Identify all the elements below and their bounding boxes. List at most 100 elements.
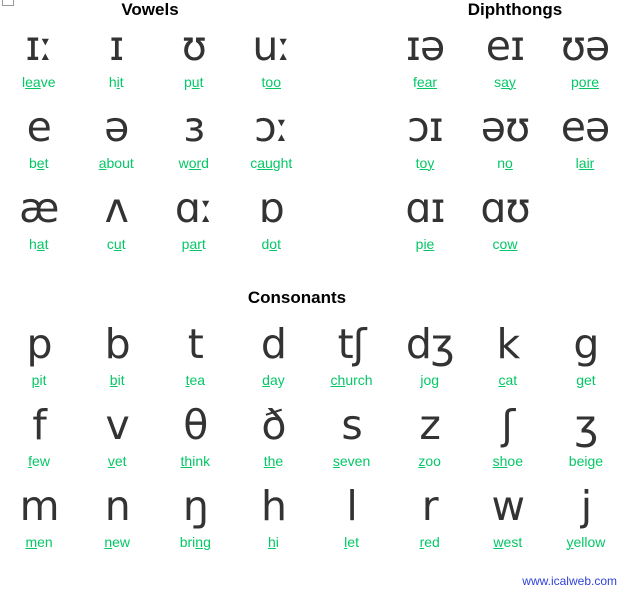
phoneme-symbol: ə [104,103,129,151]
phoneme-symbol: ʒ [574,401,599,449]
phoneme-cell[interactable]: v vet [78,403,156,484]
example-word: day [262,372,285,388]
phoneme-cell[interactable]: ɪə fear [385,24,465,105]
phoneme-cell[interactable]: r red [391,484,469,565]
phoneme-symbol: eɪ [485,22,525,70]
vowels-grid: ɪː leave ɪ hit ʊ put uː too e bet ə about ɜ word ɔː cau… [0,24,310,267]
phoneme-symbol: ɔɪ [407,103,444,151]
phoneme-symbol: p [26,320,53,368]
example-word: hi [267,534,279,550]
phoneme-cell[interactable]: f few [0,403,78,484]
phoneme-cell[interactable]: ʌ cut [78,186,156,267]
phoneme-symbol: d [260,320,287,368]
phoneme-cell[interactable]: ʃ shoe [469,403,547,484]
section-heading-consonants: Consonants [247,288,347,307]
phoneme-cell[interactable]: ɪː leave [0,24,78,105]
ipa-phonetic-chart: Vowels Diphthongs Consonants ɪː leave ɪ hit… [0,0,625,592]
phoneme-cell[interactable]: uː too [233,24,311,105]
phoneme-cell[interactable]: ɑɪ pie [385,186,465,267]
phoneme-symbol: ɒ [258,184,285,232]
phoneme-cell[interactable]: əʊ no [465,105,545,186]
phoneme-cell[interactable]: l let [313,484,391,565]
footer-website-url[interactable]: www.icalweb.com [522,574,617,588]
phoneme-cell[interactable]: dʒ jog [391,322,469,403]
phoneme-cell[interactable]: eɪ say [465,24,545,105]
example-word: west [493,534,523,550]
phoneme-cell[interactable]: tʃ church [313,322,391,403]
phoneme-cell[interactable]: ɑː part [155,186,233,267]
phoneme-symbol: ʊ [181,22,207,70]
example-word: zoo [418,453,441,469]
phoneme-cell[interactable]: ɔː caught [233,105,311,186]
phoneme-cell[interactable]: g get [547,322,625,403]
phoneme-cell[interactable]: ʒ beige [547,403,625,484]
phoneme-symbol: n [104,482,131,530]
phoneme-symbol: v [105,401,130,449]
phoneme-cell[interactable]: θ think [156,403,234,484]
example-word: pore [570,74,600,90]
phoneme-symbol: l [346,482,357,530]
phoneme-cell[interactable]: ə about [78,105,156,186]
phoneme-symbol: ʃ [501,401,515,449]
phoneme-symbol: f [32,401,46,449]
phoneme-symbol: e [26,103,52,151]
phoneme-symbol: w [491,482,526,530]
example-word: dot [261,236,281,252]
phoneme-symbol: m [19,482,60,530]
example-word: men [25,534,53,550]
example-word: no [497,155,513,171]
phoneme-cell[interactable]: b bit [78,322,156,403]
phoneme-cell[interactable]: p pit [0,322,78,403]
example-word: cut [106,236,126,252]
example-word: pie [415,236,435,252]
phoneme-cell[interactable]: e bet [0,105,78,186]
phoneme-symbol: əʊ [480,103,531,151]
example-word: new [104,534,131,550]
phoneme-symbol: ɑː [174,184,214,232]
consonants-grid: p pit b bit t tea d day tʃ church dʒ jog k cat g get f fe… [0,322,625,565]
phoneme-symbol: uː [252,22,291,70]
phoneme-cell[interactable]: j yellow [547,484,625,565]
example-word: leave [22,74,56,90]
phoneme-symbol: ŋ [182,482,209,530]
phoneme-cell[interactable]: ɒ dot [233,186,311,267]
phoneme-cell[interactable]: k cat [469,322,547,403]
phoneme-cell[interactable]: s seven [313,403,391,484]
phoneme-cell[interactable]: h hi [234,484,312,565]
example-word: word [178,155,209,171]
phoneme-cell[interactable]: z zoo [391,403,469,484]
example-word: put [184,74,204,90]
example-word: hit [108,74,124,90]
phoneme-cell[interactable]: ʊə pore [545,24,625,105]
phoneme-symbol: θ [183,401,208,449]
phoneme-symbol: t [187,320,204,368]
phoneme-cell[interactable]: m men [0,484,78,565]
example-word: shoe [492,453,523,469]
example-word: part [181,236,206,252]
phoneme-cell[interactable]: ʊ put [155,24,233,105]
phoneme-cell[interactable]: æ hat [0,186,78,267]
phoneme-cell[interactable]: ɑʊ cow [465,186,545,267]
example-word: get [576,372,596,388]
phoneme-cell[interactable]: ɪ hit [78,24,156,105]
example-word: church [330,372,373,388]
example-word: the [263,453,284,469]
phoneme-symbol: ɪ [109,22,124,70]
example-word: let [344,534,359,550]
example-word: pit [31,372,47,388]
example-word: tea [185,372,206,388]
phoneme-cell[interactable]: ɜ word [155,105,233,186]
phoneme-symbol: k [496,320,520,368]
phoneme-cell[interactable]: ŋ bring [156,484,234,565]
phoneme-cell[interactable]: n new [78,484,156,565]
phoneme-cell[interactable]: d day [234,322,312,403]
phoneme-cell[interactable]: ð the [234,403,312,484]
phoneme-symbol: z [419,401,441,449]
phoneme-symbol: j [580,482,592,530]
phoneme-symbol: tʃ [337,320,367,368]
phoneme-cell[interactable]: ɔɪ toy [385,105,465,186]
phoneme-cell[interactable]: t tea [156,322,234,403]
example-word: say [494,74,516,90]
phoneme-cell[interactable]: eə lair [545,105,625,186]
phoneme-cell[interactable]: w west [469,484,547,565]
